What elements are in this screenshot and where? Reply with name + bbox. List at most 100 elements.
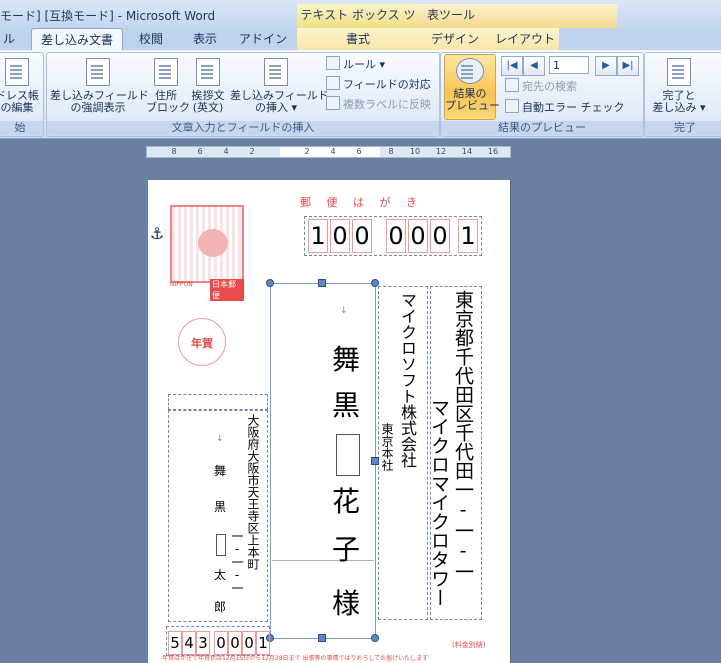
address-block-button[interactable]: 住所 ブロック xyxy=(146,58,190,114)
record-number-input[interactable]: 1 xyxy=(549,56,589,74)
group-start-label: 始 xyxy=(0,121,43,135)
tab-layout[interactable]: レイアウト xyxy=(491,28,559,50)
highlight-fields-label: 差し込みフィールド の強調表示 xyxy=(50,89,149,114)
match-fields-button[interactable]: フィールドの対応 xyxy=(326,76,431,94)
resize-handle[interactable] xyxy=(371,457,379,465)
finish-merge-label: 完了と 差し込み ▾ xyxy=(652,89,706,114)
sender-name-char: 郎 xyxy=(214,600,227,614)
tab-view[interactable]: 表示 xyxy=(180,28,230,50)
recipient-name-char: 子 xyxy=(332,533,361,566)
resize-handle[interactable] xyxy=(318,634,326,642)
sender-zip-digit: 0 xyxy=(228,631,242,655)
table-tools-label: 表ツール xyxy=(427,8,476,22)
anchor-icon: ⚓ xyxy=(150,224,165,243)
sender-zip-digit: 3 xyxy=(196,631,210,655)
rules-label: ルール ▾ xyxy=(343,58,386,71)
preview-results-label: 結果の プレビュー xyxy=(445,87,500,112)
zip-digit: 0 xyxy=(386,219,406,253)
previous-record-button[interactable]: ◀ xyxy=(523,56,545,76)
recipient-company: マイクロソフト株式会社 xyxy=(398,292,417,468)
ruler-tick: 8 xyxy=(171,147,177,156)
edit-address-list-button[interactable]: ドレス帳 の編集 xyxy=(0,58,42,114)
greeting-icon xyxy=(196,58,220,86)
paragraph-mark: ↓ xyxy=(216,434,224,444)
recipient-name-char: 舞 xyxy=(332,343,361,376)
name-separator-box xyxy=(336,434,360,476)
sender-zip-digit: 0 xyxy=(242,631,256,655)
group-fields-label: 文章入力とフィールドの挿入 xyxy=(47,121,439,135)
resize-handle[interactable] xyxy=(371,279,379,287)
finish-merge-icon xyxy=(667,58,691,86)
postcard-header: 郵 便 は が き xyxy=(300,196,423,209)
recipient-name-box[interactable] xyxy=(270,283,376,639)
tab-review[interactable]: 校閲 xyxy=(126,28,176,50)
recipient-branch: 東京本社 xyxy=(380,423,394,471)
nenga-label: 年賀 xyxy=(191,337,213,350)
greeting-line-button[interactable]: 挨拶文 (英文) xyxy=(186,58,230,114)
ruler-tick: 8 xyxy=(388,147,394,156)
address-book-icon xyxy=(5,58,29,86)
tab-addins[interactable]: アドイン xyxy=(234,28,292,50)
finish-merge-button[interactable]: 完了と 差し込み ▾ xyxy=(646,58,712,114)
recipient-address-line1: 東京都千代田区千代田一-一-一 xyxy=(452,290,474,581)
zip-digit: 0 xyxy=(352,219,372,253)
nenga-seal: 年賀 xyxy=(178,318,226,366)
stamp-graphic: NIPPON 日本郵便 xyxy=(170,205,244,301)
preview-results-button[interactable]: 結果の プレビュー xyxy=(444,54,500,120)
tab-partial[interactable]: ル xyxy=(0,28,18,50)
highlight-fields-button[interactable]: 差し込みフィールド の強調表示 xyxy=(50,58,149,114)
rules-icon xyxy=(326,56,340,70)
resize-handle[interactable] xyxy=(371,634,379,642)
next-record-button[interactable]: ▶ xyxy=(595,56,617,76)
first-record-button[interactable]: |◀ xyxy=(501,56,523,76)
ruler-tick: 16 xyxy=(487,147,499,156)
update-labels-icon xyxy=(326,96,340,110)
zip-digit: 0 xyxy=(330,219,350,253)
match-fields-label: フィールドの対応 xyxy=(343,78,431,91)
ruler-tick: 2 xyxy=(249,147,255,156)
sender-number: 一-一-一 xyxy=(230,530,244,594)
insert-merge-field-button[interactable]: 差し込みフィールド の挿入 ▾ xyxy=(230,58,329,114)
sender-address: 大阪府大阪市天王寺区上本町 xyxy=(246,414,260,570)
stamp-brand: NIPPON xyxy=(170,281,193,288)
find-recipient-button[interactable]: 宛先の検索 xyxy=(505,78,577,96)
ruler-tick: 14 xyxy=(461,147,473,156)
zip-digit: 0 xyxy=(430,219,450,253)
ruler-tick: 4 xyxy=(330,147,336,156)
merge-field-icon xyxy=(264,58,288,86)
match-fields-icon xyxy=(326,76,340,90)
rules-button[interactable]: ルール ▾ xyxy=(326,56,385,74)
ruler-tick: 10 xyxy=(409,147,421,156)
recipient-name-char: 黒 xyxy=(332,389,361,422)
sender-zip-digit: 0 xyxy=(214,631,228,655)
sender-name-char: 舞 xyxy=(214,464,227,478)
footer-note: 年賀はがきで年賀状は12月15日から12月28日まで 出張等の事情ではりおろして… xyxy=(162,655,429,662)
group-preview-label: 結果のプレビュー xyxy=(441,121,643,135)
tab-mailings[interactable]: 差し込み文書 xyxy=(31,28,123,50)
ruler-tick: 6 xyxy=(197,147,203,156)
tab-format[interactable]: 書式 xyxy=(297,28,419,50)
context-tab-textbox-tools: テキスト ボックス ツール xyxy=(297,4,419,44)
update-labels-label: 複数ラベルに反映 xyxy=(343,98,431,111)
tab-design[interactable]: デザイン xyxy=(419,28,491,50)
sender-top-box xyxy=(168,394,268,410)
find-icon xyxy=(505,78,519,92)
sender-name-char: 黒 xyxy=(214,500,227,514)
greeting-line-label: 挨拶文 (英文) xyxy=(191,89,225,114)
resize-handle[interactable] xyxy=(318,279,326,287)
update-labels-button[interactable]: 複数ラベルに反映 xyxy=(326,96,431,114)
context-tab-table-tools: 表ツール xyxy=(419,4,617,28)
last-record-button[interactable]: ▶| xyxy=(617,56,639,76)
sender-zip-digit: 5 xyxy=(168,631,182,655)
zip-digit: 1 xyxy=(308,219,328,253)
paragraph-mark: ↓ xyxy=(340,306,348,316)
edit-address-label: ドレス帳 の編集 xyxy=(0,89,39,114)
sender-zip-digit: 4 xyxy=(182,631,196,655)
auto-check-errors-button[interactable]: 自動エラー チェック xyxy=(505,99,625,117)
ruler-tick: 2 xyxy=(304,147,310,156)
check-errors-icon xyxy=(505,99,519,113)
document-icon xyxy=(86,58,110,86)
window-title: モード] [互換モード] - Microsoft Word xyxy=(0,9,216,23)
ruler-tick: 4 xyxy=(223,147,229,156)
resize-handle[interactable] xyxy=(266,279,274,287)
